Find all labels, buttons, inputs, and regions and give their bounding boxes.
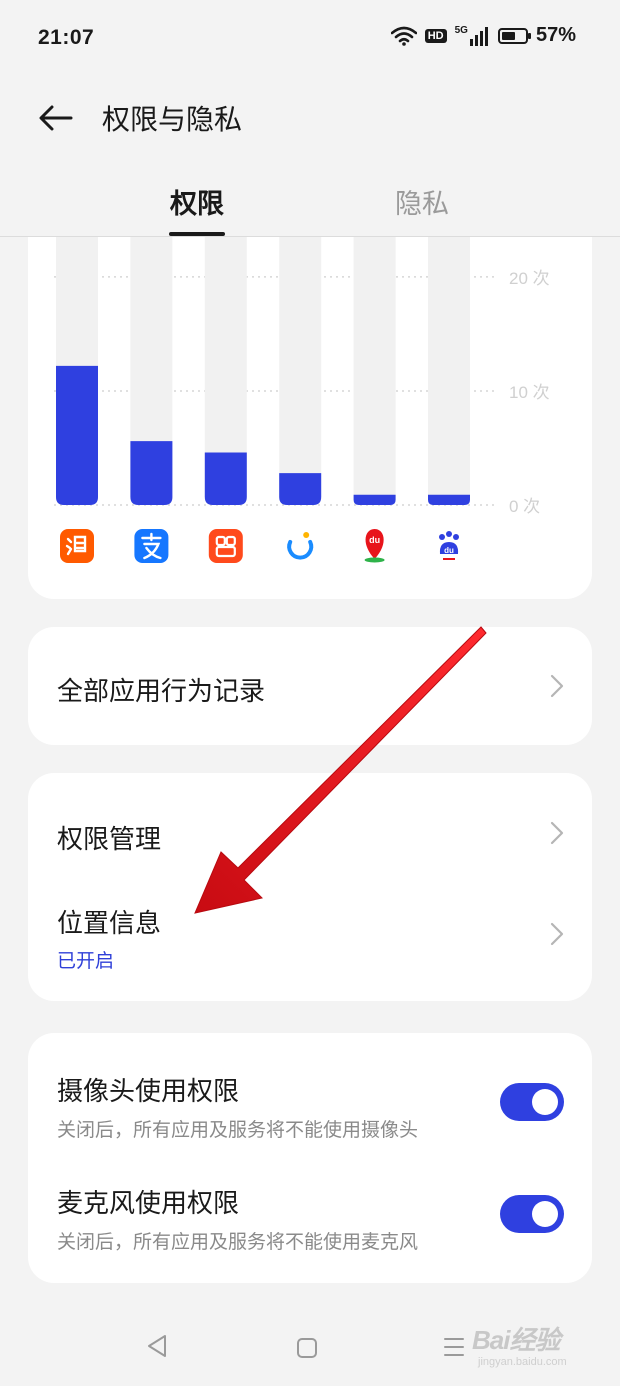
nav-menu-icon[interactable]: [443, 1336, 465, 1358]
bar: [353, 494, 396, 505]
usage-bar-chart: 0 次 10 次 20 次 du du: [54, 237, 550, 563]
page-title: 权限与隐私: [102, 104, 243, 135]
all-records-card[interactable]: 全部应用行为记录: [28, 627, 592, 745]
svg-text:du: du: [444, 546, 454, 555]
y-tick-label: 10 次: [509, 383, 550, 402]
bar: [204, 452, 247, 505]
taobao-app-icon: [60, 529, 94, 563]
toggle-knob: [532, 1089, 558, 1115]
network-label: 5G: [454, 24, 468, 36]
usage-chart-card: 0 次 10 次 20 次 du du: [28, 237, 592, 599]
bar: [56, 365, 98, 505]
bar: [130, 441, 173, 505]
nav-home-icon[interactable]: [296, 1337, 318, 1359]
permission-card: 权限管理 位置信息 已开启: [28, 773, 592, 1001]
location-status: 已开启: [57, 951, 115, 972]
bar: [428, 494, 470, 505]
chevron-right-icon: [550, 821, 564, 845]
y-tick-label: 0 次: [509, 497, 540, 516]
microphone-permission-description: 关闭后，所有应用及服务将不能使用麦克风: [57, 1232, 419, 1253]
camera-permission-description: 关闭后，所有应用及服务将不能使用摄像头: [57, 1120, 419, 1141]
microphone-permission-title: 麦克风使用权限: [57, 1188, 240, 1218]
bar-track: [353, 237, 396, 505]
watermark-logo: Bai经验: [472, 1325, 560, 1355]
wifi-icon: [390, 26, 417, 46]
eleme-app-icon: [287, 532, 314, 560]
tab-permissions[interactable]: 权限: [170, 182, 224, 221]
bar-track: [428, 237, 470, 505]
chevron-right-icon: [550, 674, 564, 698]
toggle-knob: [532, 1201, 558, 1227]
alipay-app-icon: [134, 529, 169, 563]
kuaishou-app-icon: [208, 529, 243, 563]
baidu-map-app-icon: du: [364, 529, 385, 563]
camera-permission-row: 摄像头使用权限 关闭后，所有应用及服务将不能使用摄像头: [28, 1033, 592, 1153]
watermark-url: jingyan.baidu.com: [478, 1356, 567, 1368]
arrow-left-icon: [39, 105, 73, 131]
hd-badge: HD: [424, 28, 447, 43]
microphone-permission-toggle[interactable]: [500, 1195, 564, 1233]
camera-permission-toggle[interactable]: [500, 1083, 564, 1121]
back-button[interactable]: [36, 98, 76, 138]
status-icons: HD 5G 57%: [390, 24, 576, 47]
nav-back-icon[interactable]: [146, 1334, 168, 1358]
y-tick-label: 20 次: [509, 269, 550, 288]
bar: [279, 473, 322, 505]
all-records-title: 全部应用行为记录: [57, 676, 266, 706]
location-title: 位置信息: [57, 908, 162, 938]
permission-management-title: 权限管理: [57, 824, 162, 854]
battery-icon: [497, 27, 531, 44]
battery-percent: 57%: [535, 24, 576, 46]
chevron-right-icon: [550, 922, 564, 946]
tab-privacy[interactable]: 隐私: [395, 182, 449, 221]
privacy-toggles-card: 摄像头使用权限 关闭后，所有应用及服务将不能使用摄像头 麦克风使用权限 关闭后，…: [28, 1033, 592, 1283]
status-time: 21:07: [38, 26, 95, 49]
baidu-app-icon: du: [439, 531, 459, 560]
svg-text:du: du: [369, 535, 380, 545]
location-row[interactable]: 位置信息 已开启: [28, 883, 592, 1001]
signal-5g-icon: 5G: [454, 24, 490, 46]
bar-track: [279, 237, 322, 505]
camera-permission-title: 摄像头使用权限: [57, 1076, 240, 1106]
permission-management-row[interactable]: 权限管理: [28, 773, 592, 883]
battery-fill: [501, 31, 515, 40]
microphone-permission-row: 麦克风使用权限 关闭后，所有应用及服务将不能使用麦克风: [28, 1153, 592, 1283]
